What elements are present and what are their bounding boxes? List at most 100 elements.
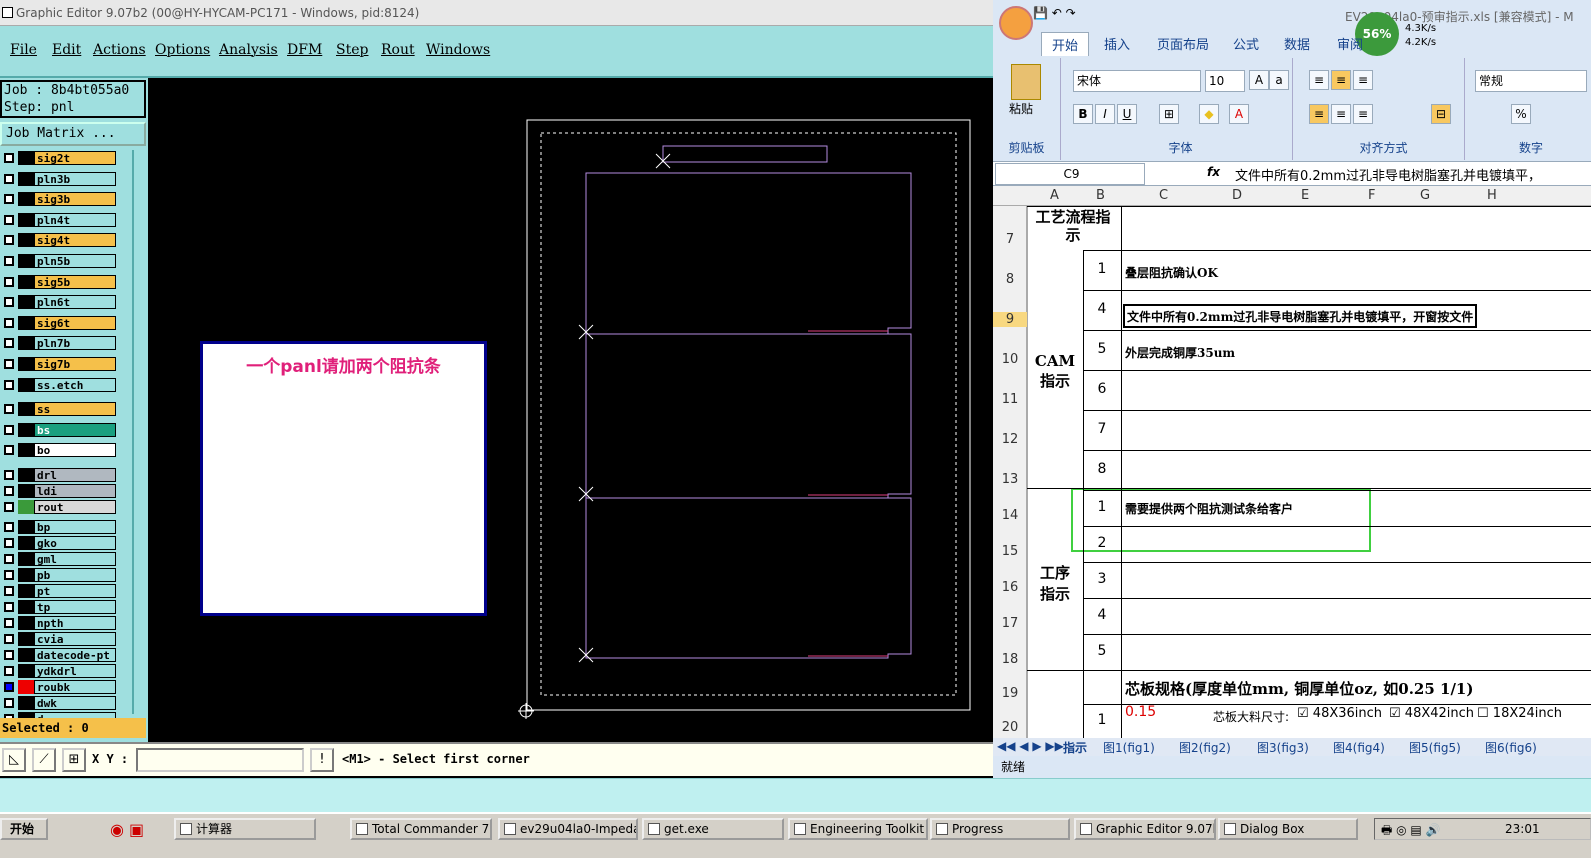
menu-dfm[interactable]: DFM (287, 42, 322, 58)
number-format-select[interactable]: 常规 (1475, 70, 1587, 92)
row-header[interactable]: 9 (993, 312, 1027, 327)
col-d[interactable]: D (1232, 188, 1242, 203)
layer-row-cvia[interactable]: cvia (0, 631, 118, 647)
fill-color-icon[interactable]: ◆ (1199, 104, 1219, 124)
undo-icon[interactable]: ↶ (1052, 6, 1062, 20)
layer-checkbox[interactable] (4, 470, 14, 480)
layer-checkbox[interactable] (4, 379, 14, 390)
layer-checkbox[interactable] (4, 235, 14, 246)
menu-actions[interactable]: Actions (93, 42, 146, 58)
job-matrix-button[interactable]: Job Matrix ... (0, 122, 146, 146)
start-button[interactable]: 开始 (0, 818, 48, 840)
row-header[interactable]: 7 (993, 232, 1027, 247)
task-progress[interactable]: Progress (930, 818, 1070, 840)
layer-row-pln3b[interactable]: pln3b (0, 171, 118, 187)
sheet-tab-1[interactable]: 指示 (1063, 739, 1087, 756)
layer-row-pt[interactable]: pt (0, 583, 118, 599)
option-18x24[interactable]: ☐ 18X24inch (1477, 706, 1562, 721)
sheet-tab-2[interactable]: 图1(fig1) (1103, 739, 1155, 756)
xy-input[interactable] (136, 748, 304, 772)
layer-row-pln6t[interactable]: pln6t (0, 294, 118, 310)
layer-checkbox[interactable] (4, 666, 14, 676)
layer-row-ydkdrl[interactable]: ydkdrl (0, 663, 118, 679)
tool-button-1[interactable]: ◺ (2, 748, 26, 772)
layer-checkbox[interactable] (4, 682, 14, 692)
tab-layout[interactable]: 页面布局 (1157, 34, 1209, 53)
row-header[interactable]: 15 (993, 544, 1027, 559)
task-calculator[interactable]: 计算器 (174, 818, 316, 840)
sheet-tab-4[interactable]: 图3(fig3) (1257, 739, 1309, 756)
task-total-commander[interactable]: Total Commander 7.0... (350, 818, 492, 840)
layer-checkbox[interactable] (4, 618, 14, 628)
layer-checkbox[interactable] (4, 602, 14, 612)
name-box[interactable]: C9 (995, 163, 1145, 185)
font-name-select[interactable]: 宋体 (1073, 70, 1201, 92)
cell-c9-selected[interactable]: 文件中所有0.2mm过孔非导电树脂塞孔并电镀填平，开窗按文件 (1123, 304, 1478, 328)
menu-step[interactable]: Step (336, 42, 368, 58)
bold-button[interactable]: B (1073, 104, 1093, 124)
menu-options[interactable]: Options (155, 42, 210, 58)
layer-checkbox[interactable] (4, 153, 14, 163)
menu-rout[interactable]: Rout (381, 42, 415, 58)
layer-row-dwk[interactable]: dwk (0, 695, 118, 711)
layer-row-sig7b[interactable]: sig7b (0, 356, 118, 372)
layer-row-pln7b[interactable]: pln7b (0, 335, 118, 351)
align-center-icon[interactable]: ≡ (1331, 104, 1351, 124)
font-size-select[interactable]: 10 (1205, 70, 1245, 92)
row-header[interactable]: 8 (993, 272, 1027, 287)
align-right-icon[interactable]: ≡ (1353, 104, 1373, 124)
align-left-icon[interactable]: ≡ (1309, 104, 1329, 124)
row-header[interactable]: 16 (993, 580, 1027, 595)
sheet-tab-5[interactable]: 图4(fig4) (1333, 739, 1385, 756)
layer-checkbox[interactable] (4, 554, 14, 564)
layer-row-drl[interactable]: drl (0, 467, 118, 483)
borders-icon[interactable]: ⊞ (1159, 104, 1179, 124)
layer-checkbox[interactable] (4, 214, 14, 225)
col-h[interactable]: H (1487, 188, 1497, 203)
layer-checkbox[interactable] (4, 698, 14, 708)
office-button[interactable] (999, 6, 1033, 40)
layer-row-sig3b[interactable]: sig3b (0, 191, 118, 207)
menu-file[interactable]: File (10, 42, 37, 58)
layer-row-bs[interactable]: bs (0, 422, 118, 438)
menu-windows[interactable]: Windows (426, 42, 490, 58)
sheet-tab-3[interactable]: 图2(fig2) (1179, 739, 1231, 756)
layer-row-ldi[interactable]: ldi (0, 483, 118, 499)
row-header[interactable]: 10 (993, 352, 1027, 367)
layer-checkbox[interactable] (4, 297, 14, 308)
tab-formula[interactable]: 公式 (1233, 34, 1259, 53)
row-header[interactable]: 20 (993, 720, 1027, 735)
layer-row-sig4t[interactable]: sig4t (0, 232, 118, 248)
layer-row-roubk[interactable]: roubk (0, 679, 118, 695)
cell-c10[interactable]: 外层完成铜厚35um (1125, 344, 1235, 361)
layer-row-gml[interactable]: gml (0, 551, 118, 567)
layer-scrollbar[interactable] (132, 150, 146, 714)
cell-c19[interactable]: 芯板规格(厚度单位mm, 铜厚单位oz, 如0.25 1/1) (1125, 678, 1473, 699)
layer-checkbox[interactable] (4, 404, 14, 415)
layer-checkbox[interactable] (4, 522, 14, 532)
italic-button[interactable]: I (1095, 104, 1115, 124)
layer-row-npth[interactable]: npth (0, 615, 118, 631)
col-c[interactable]: C (1159, 188, 1168, 203)
row-header[interactable]: 13 (993, 472, 1027, 487)
layer-row-pln4t[interactable]: pln4t (0, 212, 118, 228)
layer-row-pb[interactable]: pb (0, 567, 118, 583)
layer-checkbox[interactable] (4, 256, 14, 266)
row-header[interactable]: 14 (993, 508, 1027, 523)
layer-row-bp[interactable]: bp (0, 519, 118, 535)
layer-row-datecode-pt[interactable]: datecode-pt (0, 647, 118, 663)
row-header[interactable]: 11 (993, 392, 1027, 407)
layer-checkbox[interactable] (4, 445, 14, 456)
layer-row-tp[interactable]: tp (0, 599, 118, 615)
sheet-tab-7[interactable]: 图6(fig6) (1485, 739, 1537, 756)
task-get[interactable]: get.exe (642, 818, 784, 840)
tab-home[interactable]: 开始 (1041, 32, 1090, 56)
align-top-icon[interactable]: ≡ (1309, 70, 1329, 90)
option-48x36[interactable]: ☑ 48X36inch (1297, 706, 1382, 721)
layer-checkbox[interactable] (4, 173, 14, 184)
row-header[interactable]: 19 (993, 686, 1027, 701)
tool-button-2[interactable]: ⟋ (32, 748, 56, 772)
sheet-tab-6[interactable]: 图5(fig5) (1409, 739, 1461, 756)
quicklaunch-icons[interactable]: ◉ ▣ (110, 820, 144, 839)
redo-icon[interactable]: ↷ (1066, 6, 1076, 20)
